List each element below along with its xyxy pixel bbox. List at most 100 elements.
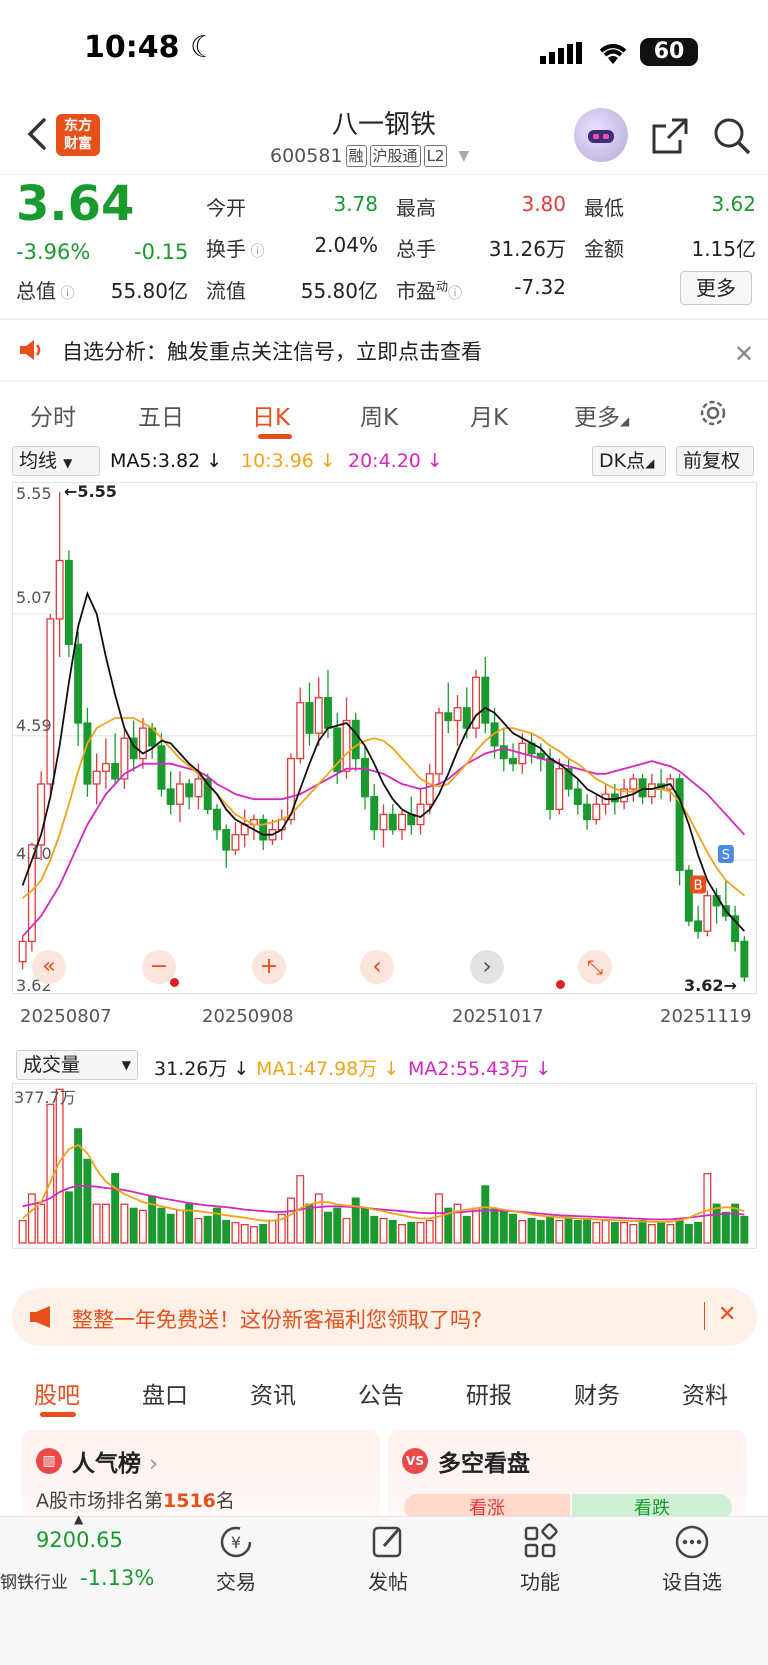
close-icon[interactable]: ✕ bbox=[718, 1302, 736, 1327]
candle-body bbox=[694, 920, 703, 932]
share-icon[interactable] bbox=[650, 116, 690, 156]
ma5-line bbox=[21, 590, 746, 932]
change-percent: -3.96% bbox=[16, 240, 91, 264]
more-quote-button[interactable]: 更多 bbox=[680, 271, 752, 305]
volume-axis-max: 377.7万 bbox=[14, 1088, 76, 1107]
volume-bar bbox=[101, 1203, 110, 1244]
amount-value: 1.15亿 bbox=[691, 237, 756, 261]
volume-bar bbox=[351, 1197, 360, 1244]
volume-bar bbox=[425, 1219, 434, 1244]
zoom-in-button[interactable]: + bbox=[252, 950, 286, 984]
scroll-right-button[interactable]: › bbox=[470, 950, 504, 984]
candle-body bbox=[175, 783, 184, 805]
volume-bar bbox=[490, 1207, 499, 1244]
stock-code-row[interactable]: 600581 融 沪股通 L2 ▼ bbox=[270, 145, 469, 167]
volume-bar bbox=[249, 1226, 258, 1244]
nav-trade[interactable]: ¥ 交易 bbox=[186, 1522, 286, 1595]
candle-body bbox=[361, 757, 369, 798]
volume-chart[interactable] bbox=[12, 1083, 757, 1249]
low-label: 最低 bbox=[584, 196, 624, 220]
industry-index-value[interactable]: 9200.65 bbox=[36, 1528, 123, 1552]
info-icon[interactable]: ⓘ bbox=[56, 286, 74, 302]
x-tick-label: 20251017 bbox=[452, 1006, 544, 1027]
volume-bar bbox=[564, 1217, 573, 1244]
tag-margin: 融 bbox=[345, 145, 367, 167]
volume-bar bbox=[675, 1219, 684, 1244]
volume-bar bbox=[536, 1219, 545, 1244]
adjust-select[interactable]: 前复权 bbox=[676, 446, 754, 476]
y-tick-label: 4.59 bbox=[16, 716, 52, 735]
candle-body bbox=[629, 778, 638, 790]
nav-post[interactable]: 发帖 bbox=[338, 1522, 438, 1595]
tab-financials[interactable]: 财务 bbox=[574, 1376, 620, 1410]
zoom-out-fast-button[interactable]: « bbox=[32, 950, 66, 984]
promo-text[interactable]: 整整一年免费送！这份新客福利您领取了吗? bbox=[72, 1304, 482, 1334]
info-icon[interactable]: ⓘ bbox=[448, 286, 462, 302]
volume-bar bbox=[592, 1221, 601, 1244]
candle-body bbox=[46, 618, 55, 785]
tab-order-book[interactable]: 盘口 bbox=[142, 1376, 188, 1410]
tab-five-day[interactable]: 五日 bbox=[138, 398, 184, 432]
tab-profile[interactable]: 资料 bbox=[682, 1376, 728, 1410]
volume-bar bbox=[416, 1221, 425, 1244]
close-icon[interactable]: ✕ bbox=[734, 340, 754, 368]
chart-bars-icon: ▥ bbox=[36, 1448, 62, 1474]
turnover-value: 2.04% bbox=[314, 233, 378, 257]
industry-change: -1.13% bbox=[80, 1566, 155, 1590]
tab-announcements[interactable]: 公告 bbox=[358, 1376, 404, 1410]
volume-bar bbox=[64, 1191, 73, 1244]
volume-bar bbox=[203, 1215, 212, 1244]
volume-indicator-select[interactable]: 成交量 ▼ bbox=[16, 1050, 138, 1080]
volume-value: 31.26万 ↓ bbox=[154, 1058, 250, 1080]
tab-research[interactable]: 研报 bbox=[466, 1376, 512, 1410]
nav-functions[interactable]: 功能 bbox=[490, 1522, 590, 1595]
tab-news[interactable]: 资讯 bbox=[250, 1376, 296, 1410]
info-icon[interactable]: ⓘ bbox=[246, 244, 264, 260]
assistant-avatar[interactable] bbox=[574, 108, 628, 162]
y-tick-label: 5.07 bbox=[16, 588, 52, 607]
grid-icon bbox=[524, 1523, 558, 1558]
candle-body bbox=[425, 773, 434, 805]
candle-body bbox=[351, 719, 360, 760]
tab-monthly-k[interactable]: 月K bbox=[470, 398, 508, 432]
active-tab-indicator bbox=[258, 434, 292, 439]
alert-text[interactable]: 自选分析：触发重点关注信号，立即点击查看 bbox=[62, 336, 482, 366]
candle-body bbox=[379, 813, 388, 831]
tab-more[interactable]: 更多◢ bbox=[574, 398, 629, 432]
popularity-rank: A股市场排名第1516名 bbox=[36, 1490, 235, 1512]
volume-bar bbox=[157, 1207, 166, 1244]
fullscreen-button[interactable]: ⤡ bbox=[578, 950, 612, 984]
indicator-select[interactable]: 均线 ▼ bbox=[12, 446, 100, 476]
industry-name[interactable]: 钢铁行业 bbox=[0, 1568, 68, 1593]
active-tab-indicator bbox=[40, 1412, 76, 1417]
volume-bar bbox=[629, 1224, 638, 1244]
ma10-value: 10:3.96 ↓ bbox=[241, 450, 336, 472]
tab-intraday[interactable]: 分时 bbox=[30, 398, 76, 432]
candle-body bbox=[647, 783, 656, 798]
nav-add-watchlist[interactable]: 设自选 bbox=[642, 1522, 742, 1595]
pe-label: 市盈动ⓘ bbox=[396, 279, 463, 303]
candle-body bbox=[462, 707, 471, 729]
candle-body bbox=[388, 813, 397, 831]
up-arrow-icon: ▲ bbox=[74, 1512, 84, 1526]
candle-body bbox=[185, 783, 194, 798]
volume-bar bbox=[731, 1203, 740, 1244]
search-icon[interactable] bbox=[712, 116, 752, 156]
scroll-left-button[interactable]: ‹ bbox=[360, 950, 394, 984]
volume-bar bbox=[666, 1224, 675, 1244]
kline-chart[interactable]: BS bbox=[12, 482, 757, 994]
tab-daily-k[interactable]: 日K bbox=[252, 398, 290, 432]
candle-body bbox=[64, 559, 73, 645]
last-price: 3.64 bbox=[16, 176, 135, 232]
volume-bar bbox=[166, 1213, 175, 1244]
candle-body bbox=[638, 778, 647, 798]
tab-weekly-k[interactable]: 周K bbox=[360, 398, 398, 432]
candle-body bbox=[212, 808, 221, 831]
settings-gear-icon[interactable] bbox=[696, 396, 730, 434]
volume-bar bbox=[518, 1219, 527, 1244]
notification-dot bbox=[170, 978, 179, 987]
tab-forum[interactable]: 股吧 bbox=[34, 1376, 80, 1410]
notification-dot bbox=[556, 980, 565, 989]
volume-bar bbox=[435, 1193, 444, 1244]
dk-point-select[interactable]: DK点◢ bbox=[592, 446, 666, 476]
